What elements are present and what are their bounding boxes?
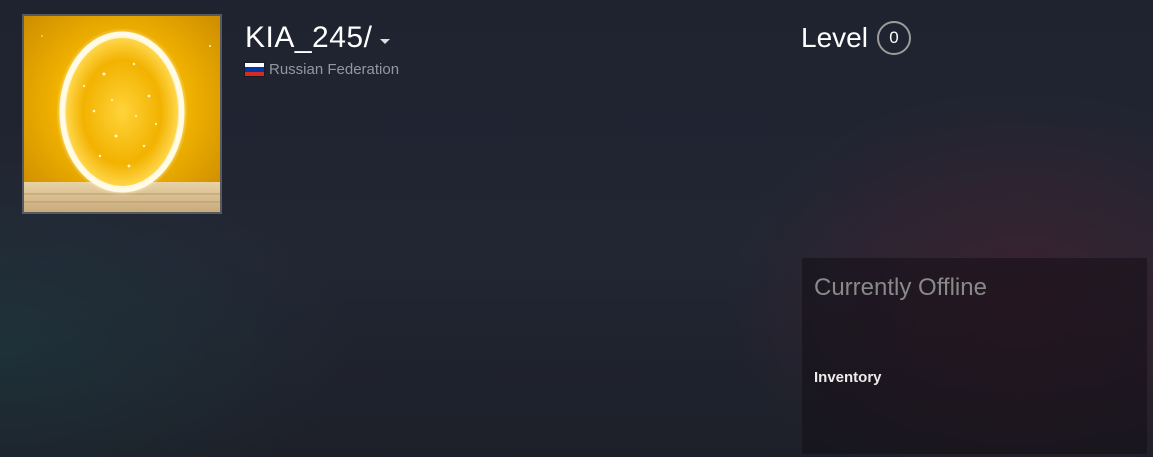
profile-level: Level 0	[801, 20, 911, 56]
profile-location: Russian Federation	[245, 61, 399, 78]
glowing-portal-avatar-image	[24, 16, 220, 212]
level-badge[interactable]: 0	[876, 21, 911, 55]
status-panel: Currently Offline Inventory	[802, 258, 1147, 454]
persona-name[interactable]: KIA_245/	[245, 20, 372, 56]
inventory-link[interactable]: Inventory	[814, 369, 882, 386]
profile-avatar	[22, 14, 222, 214]
flag-russia-icon	[245, 63, 264, 76]
online-status: Currently Offline	[814, 274, 987, 301]
level-label: Level	[801, 22, 868, 53]
location-label: Russian Federation	[269, 61, 400, 78]
persona-name-dropdown[interactable]: KIA_245/	[245, 20, 391, 56]
chevron-down-icon[interactable]	[380, 38, 391, 44]
